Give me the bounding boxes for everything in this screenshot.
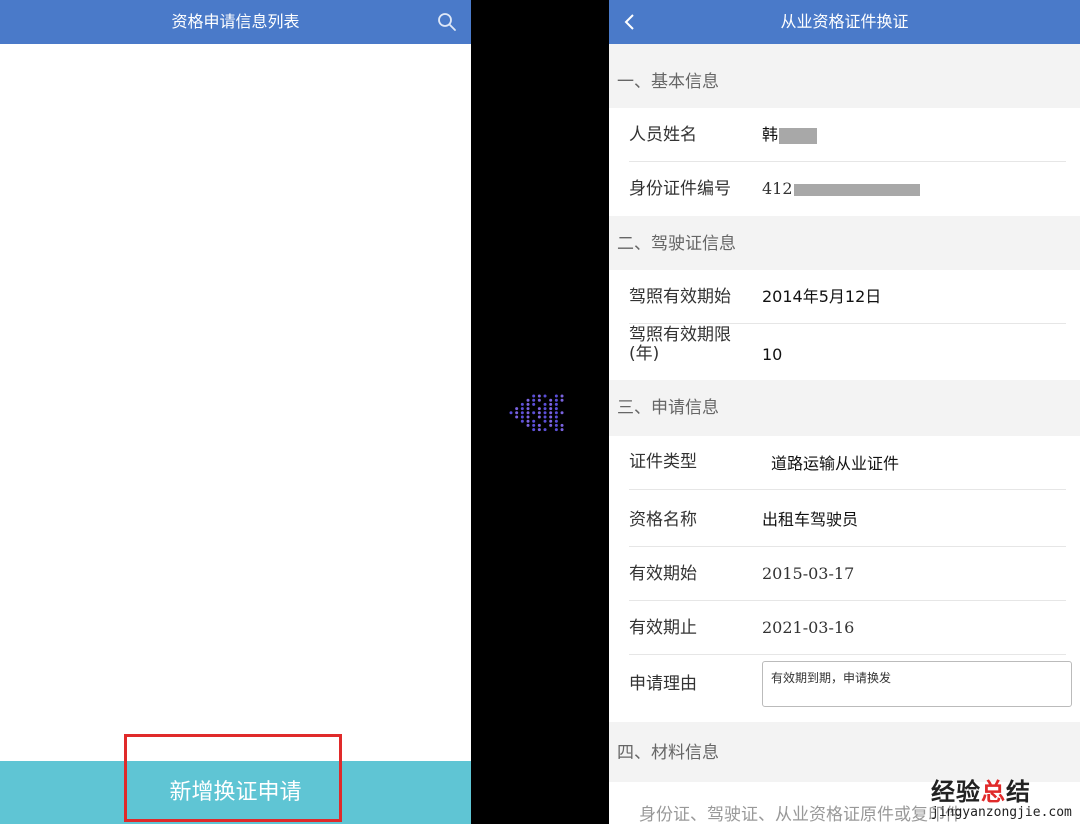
- qualification-label: 资格名称: [629, 510, 697, 530]
- redaction: [793, 183, 920, 196]
- qualification-value: 出租车驾驶员: [762, 510, 859, 529]
- valid-from-label: 有效期始: [629, 564, 697, 584]
- valid-from-row: 有效期始 2015-03-17: [629, 547, 1066, 601]
- valid-to-value: 2021-03-16: [762, 618, 855, 637]
- qualification-row: 资格名称 出租车驾驶员: [629, 493, 1066, 547]
- license-limit-label: 驾照有效期限(年): [629, 325, 731, 364]
- form-title: 从业资格证件换证: [780, 12, 909, 31]
- section-basic: 人员姓名 韩 身份证件编号 412: [609, 108, 1080, 216]
- name-value: 韩: [762, 108, 818, 162]
- application-list-screen: 资格申请信息列表 新增换证申请: [0, 0, 471, 824]
- id-label: 身份证件编号: [629, 179, 731, 199]
- cert-type-row[interactable]: 证件类型 道路运输从业证件: [629, 436, 1066, 490]
- renewal-form-screen: 从业资格证件换证 一、基本信息 人员姓名 韩 身份证件编号 412 二、驾驶证信…: [609, 0, 1080, 824]
- license-limit-row: 驾照有效期限(年) 10: [629, 324, 1066, 380]
- cert-type-value[interactable]: 道路运输从业证件: [771, 436, 899, 492]
- valid-to-row: 有效期止 2021-03-16: [629, 601, 1066, 655]
- double-chevron-right-icon: [509, 394, 564, 432]
- id-value: 412: [762, 162, 920, 216]
- watermark-title: 经验总结: [931, 778, 1031, 806]
- list-title: 资格申请信息列表: [171, 12, 300, 31]
- license-start-row: 驾照有效期始 2014年5月12日: [629, 270, 1066, 324]
- section-license-header: 二、驾驶证信息: [617, 234, 736, 254]
- valid-to-label: 有效期止: [629, 618, 697, 638]
- form-header: 从业资格证件换证: [609, 0, 1080, 44]
- search-icon[interactable]: [437, 12, 457, 32]
- highlight-box: [124, 734, 342, 822]
- reason-label: 申请理由: [629, 674, 697, 694]
- reason-row: 申请理由 有效期到期，申请换发: [629, 655, 1072, 717]
- license-start-value: 2014年5月12日: [762, 287, 882, 306]
- cert-type-label: 证件类型: [629, 452, 697, 472]
- watermark: 经验总结 jingyanzongjie.com: [931, 772, 1076, 820]
- section-basic-header: 一、基本信息: [617, 72, 719, 92]
- section-application: 证件类型 道路运输从业证件 资格名称 出租车驾驶员 有效期始 2015-03-1…: [609, 436, 1080, 722]
- redaction: [779, 127, 818, 144]
- section-license: 驾照有效期始 2014年5月12日 驾照有效期限(年) 10: [609, 270, 1080, 380]
- license-start-label: 驾照有效期始: [629, 287, 731, 307]
- watermark-url: jingyanzongjie.com: [931, 805, 1072, 820]
- reason-textarea[interactable]: 有效期到期，申请换发: [762, 661, 1072, 707]
- list-header: 资格申请信息列表: [0, 0, 471, 44]
- name-label: 人员姓名: [629, 125, 697, 145]
- id-row: 身份证件编号 412: [629, 162, 1066, 216]
- section-application-header: 三、申请信息: [617, 398, 719, 418]
- materials-text: 身份证、驾驶证、从业资格证原件或复印件: [639, 805, 962, 824]
- license-limit-value: 10: [762, 345, 783, 364]
- name-row: 人员姓名 韩: [629, 108, 1066, 162]
- valid-from-value: 2015-03-17: [762, 564, 855, 583]
